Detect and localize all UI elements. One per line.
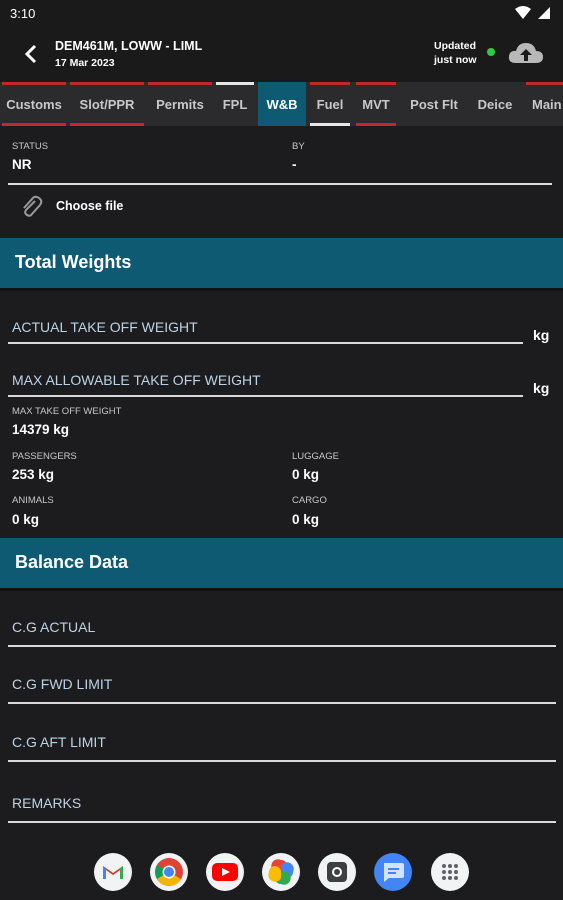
max-allow-tow-unit: kg (533, 380, 550, 396)
sync-status-line2: just now (434, 54, 477, 66)
gmail-icon[interactable] (94, 853, 132, 891)
cg-actual-field[interactable]: C.G ACTUAL (12, 619, 95, 635)
balance-data-header: Balance Data (0, 538, 563, 591)
mtow-label: MAX TAKE OFF WEIGHT (12, 406, 122, 417)
app-header: DEM461M, LOWW - LIML 17 Mar 2023 Updated… (0, 28, 563, 82)
status-divider (8, 183, 552, 185)
luggage-value: 0 kg (292, 467, 320, 482)
status-value: NR (12, 157, 32, 172)
battery-icon (538, 7, 550, 19)
paperclip-icon (23, 195, 43, 217)
camera-icon[interactable] (318, 853, 356, 891)
cargo-label: CARGO (292, 495, 327, 506)
tab-fuel[interactable]: Fuel (308, 82, 352, 126)
cg-aft-limit-field[interactable]: C.G AFT LIMIT (12, 734, 106, 750)
status-time: 3:10 (10, 6, 36, 21)
messages-icon[interactable] (374, 853, 412, 891)
max-allow-tow-field[interactable]: MAX ALLOWABLE TAKE OFF WEIGHT (12, 372, 261, 388)
sync-status: Updated just now (434, 39, 477, 67)
cg-fwd-limit-field[interactable]: C.G FWD LIMIT (12, 676, 112, 692)
actual-tow-underline (8, 342, 523, 344)
cloud-sync-icon[interactable] (508, 41, 544, 65)
back-button[interactable] (20, 42, 44, 66)
tab-post-flt[interactable]: Post Flt (400, 82, 468, 126)
system-icons (515, 6, 551, 20)
actual-tow-field[interactable]: ACTUAL TAKE OFF WEIGHT (12, 319, 198, 335)
actual-tow-unit: kg (533, 327, 550, 343)
tab-permits[interactable]: Permits (146, 82, 214, 126)
tab-slot-ppr[interactable]: Slot/PPR (68, 82, 146, 126)
status-bar: 3:10 (0, 0, 563, 28)
luggage-label: LUGGAGE (292, 451, 339, 462)
flight-date: 17 Mar 2023 (55, 57, 115, 69)
remarks-underline (8, 821, 556, 823)
sync-status-line1: Updated (434, 40, 476, 52)
by-label: BY (292, 141, 305, 152)
tab-fpl[interactable]: FPL (214, 82, 256, 126)
by-value: - (292, 157, 297, 172)
app-drawer-icon[interactable] (431, 853, 469, 891)
total-weights-title: Total Weights (15, 252, 132, 272)
animals-value: 0 kg (12, 512, 40, 527)
status-label: STATUS (12, 141, 49, 152)
choose-file-button[interactable]: Choose file (18, 194, 178, 220)
wifi-icon (515, 6, 531, 19)
cg-actual-underline (8, 645, 556, 647)
back-arrow-icon (24, 44, 37, 64)
tab-deice[interactable]: Deice (468, 82, 522, 126)
tab-main[interactable]: Main (524, 82, 563, 126)
tab-mvt[interactable]: MVT (354, 82, 398, 126)
tab-customs[interactable]: Customs (0, 82, 68, 126)
flight-title: DEM461M, LOWW - LIML (55, 39, 203, 53)
youtube-icon[interactable] (206, 853, 244, 891)
cg-aft-limit-underline (8, 760, 556, 762)
choose-file-label: Choose file (56, 199, 124, 213)
chrome-icon[interactable] (150, 853, 188, 891)
animals-label: ANIMALS (12, 495, 54, 506)
cargo-value: 0 kg (292, 512, 320, 527)
photos-icon[interactable] (262, 853, 300, 891)
balance-data-title: Balance Data (15, 552, 129, 572)
cg-fwd-limit-underline (8, 702, 556, 704)
passengers-value: 253 kg (12, 467, 55, 482)
tab-bar: Customs Slot/PPR Permits FPL W&B Fuel MV… (0, 82, 563, 126)
tab-wb[interactable]: W&B (258, 82, 306, 126)
online-indicator (487, 48, 495, 56)
mtow-value: 14379 kg (12, 422, 70, 437)
passengers-label: PASSENGERS (12, 451, 77, 462)
total-weights-header: Total Weights (0, 238, 563, 291)
remarks-field[interactable]: REMARKS (12, 795, 81, 811)
max-allow-tow-underline (8, 395, 523, 397)
